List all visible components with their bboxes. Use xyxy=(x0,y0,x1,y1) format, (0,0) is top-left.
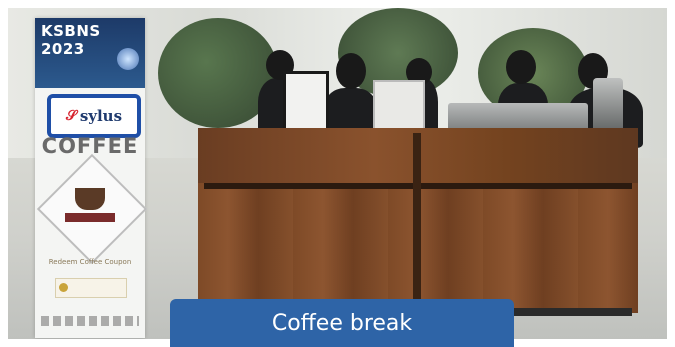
barista-2-head xyxy=(336,53,366,89)
coffee-cup-icon xyxy=(75,188,105,210)
screenshot-frame: KSBNS 2023 𝒮 sylus COFFEE Redeem Coffee … xyxy=(0,0,675,347)
barista-4-head xyxy=(506,50,536,84)
event-banner: KSBNS 2023 𝒮 sylus COFFEE Redeem Coffee … xyxy=(35,18,148,338)
sponsor-logos xyxy=(41,316,139,326)
coffee-booth-photo: KSBNS 2023 𝒮 sylus COFFEE Redeem Coffee … xyxy=(8,8,667,339)
coupon-badge xyxy=(55,278,127,298)
redeem-text: Redeem Coffee Coupon xyxy=(48,258,132,266)
sylus-logo-text: sylus xyxy=(79,107,123,125)
caption-label: Coffee break xyxy=(170,299,514,347)
sylus-logo: 𝒮 sylus xyxy=(47,94,141,138)
coupon-icon xyxy=(59,283,68,292)
banner-graphic xyxy=(117,48,139,70)
banner-header: KSBNS 2023 xyxy=(35,18,145,88)
sylus-logo-icon: 𝒮 xyxy=(65,108,77,124)
counter-divider xyxy=(413,133,421,313)
ribbon-icon xyxy=(65,213,115,222)
